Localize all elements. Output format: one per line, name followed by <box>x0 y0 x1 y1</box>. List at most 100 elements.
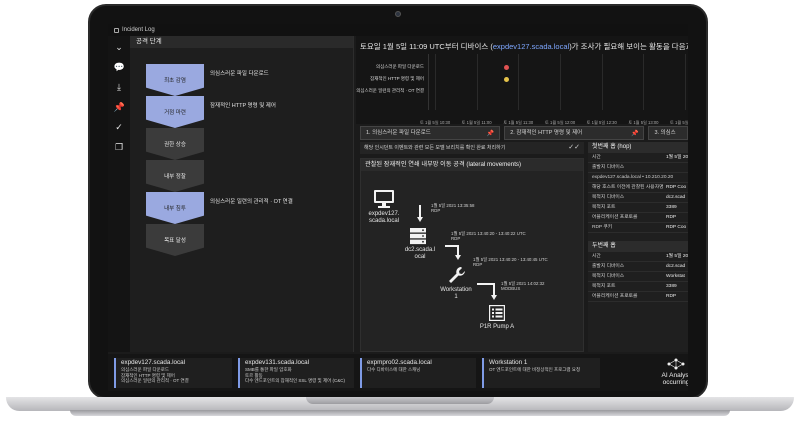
chevron-double-down-icon[interactable]: ⌄ <box>114 42 125 53</box>
timeline-gridline <box>476 54 478 110</box>
hop-key: 목적지 디바이스 <box>592 274 625 279</box>
hop-details: 첫번째 홉 (hop) 시간 1월 5일 20 출발지 디바이스 expdev127.s… <box>588 142 688 352</box>
network-icon <box>667 358 685 370</box>
hop-value: RDP <box>666 215 677 220</box>
hop-row: 해당 호스트 이전에 관찰된 사용자명 RDP Coo <box>588 183 688 193</box>
hop-row: 출발지 디바이스 <box>588 163 688 173</box>
list-icon <box>489 305 505 321</box>
hop-header[interactable]: 첫번째 홉 (hop) <box>588 142 688 153</box>
comment-icon[interactable]: 💬 <box>114 62 125 73</box>
node-label[interactable]: Workstation 1 <box>433 287 479 301</box>
download-icon[interactable]: ⤓ <box>114 82 125 93</box>
device-card[interactable]: expdev131.scada.local SMB를 통한 파일 암호화 토르 활동… <box>238 358 354 388</box>
pin-icon[interactable]: 📌 <box>631 128 638 140</box>
ai-label: AI Analyst <box>661 372 688 379</box>
stage-chevron[interactable]: 목표 달성 <box>146 224 204 256</box>
camera-icon <box>395 11 401 17</box>
timeline-gridline <box>435 54 436 110</box>
activity-timeline: 토요일 1월 5일 11:09 UTC부터 디바이스 (expdev127.sc… <box>356 36 688 125</box>
acknowledge-bar: 해당 인시던트 이벤트와 관련 모든 모델 브리치를 확인 완료 처리하기 ✓✓ <box>360 142 584 154</box>
hop-value: 3389 <box>666 205 677 210</box>
device-card-host[interactable]: Workstation 1 <box>489 358 600 367</box>
stage-chevron[interactable]: 최초 감염 <box>146 64 204 96</box>
hop-value: RDP <box>666 294 677 299</box>
stage-chevron[interactable]: 권한 상승 <box>146 128 204 160</box>
hop-row: 시간 1월 5일 20 <box>588 252 688 262</box>
server-icon <box>410 228 426 245</box>
tab-ot-connections[interactable]: 3. 의심스 <box>648 126 688 140</box>
stage-chevron[interactable]: 내부 침투 <box>146 192 204 224</box>
edge-label: 1월 5일 2021 14:02:32 MODBUS <box>501 281 544 291</box>
timeline-event-dot[interactable] <box>504 77 509 82</box>
node-label[interactable]: dc2.scada.l ocal <box>397 247 443 261</box>
stage-chevron[interactable]: 거점 마련 <box>146 96 204 128</box>
hop-value: 1월 5일 20 <box>666 155 688 160</box>
copy-icon[interactable]: ❐ <box>114 142 125 153</box>
double-check-icon[interactable]: ✓✓ <box>568 142 580 154</box>
tab-http-c2[interactable]: 2. 잠재적인 HTTP 명령 및 제어 📌 <box>504 126 645 140</box>
edge-time: 1월 5일 2021 13:40:20 - 13:40:45 UTC <box>473 257 548 262</box>
device-card-breach: 의심스러운 일련의 관리적 · OT 연결 <box>121 378 189 383</box>
app-title: Incident Log <box>122 27 155 33</box>
device-card[interactable]: expdev127.scada.local 의심스러운 파일 다운로드 잠재적인 H… <box>114 358 232 388</box>
device-card-host[interactable]: expdev131.scada.local <box>245 358 354 367</box>
stage-chevron[interactable]: 내부 정찰 <box>146 160 204 192</box>
acknowledge-text: 해당 인시던트 이벤트와 관련 모든 모델 브리치를 확인 완료 처리하기 <box>364 145 506 151</box>
hop-key: 출발지 디바이스 <box>592 165 625 170</box>
tab-file-download[interactable]: 1. 의심스러운 파일 다운로드 📌 <box>360 126 501 140</box>
hop-value: dc2.scad <box>666 195 686 200</box>
edge-label: 1월 5일 2021 13:40:20 - 13:40:22 UTC RDP <box>451 231 526 241</box>
screen: Incident Log ⌄ 💬 ⤓ 📌 ✓ ❐ 공격 단계 최초 감염 의심스러운 파일 … <box>108 24 688 391</box>
hop-key: 출발지 디바이스 <box>592 264 625 269</box>
hop-header[interactable]: 두번째 홉 <box>588 241 688 252</box>
edge-protocol: MODBUS <box>501 286 521 291</box>
edge-arrow <box>445 245 457 247</box>
stages-header: 공격 단계 <box>130 36 353 48</box>
timeline-title-prefix: 토요일 1월 5일 11:09 UTC부터 디바이스 ( <box>360 42 493 51</box>
edge-protocol: RDP <box>473 262 483 267</box>
timeline-gridline <box>643 54 645 110</box>
wrench-icon <box>449 267 465 283</box>
hop-key: RDP 쿠키 <box>592 225 613 230</box>
device-card-breach: OT 엔드포인트에 대한 비정상적인 프로그램 요청 <box>489 367 581 372</box>
device-card-host[interactable]: expmpro02.scada.local <box>367 358 476 367</box>
edge-arrow-tip <box>416 217 423 222</box>
hop-key: 어플리케이션 프로토콜 <box>592 294 638 299</box>
lateral-movement-graph: 관찰된 잠재적인 연쇄 내부망 이동 공격 (lateral movements… <box>360 158 584 352</box>
hop-value: dc2.scad <box>666 264 686 269</box>
node-label[interactable]: P1R Pump A <box>469 324 525 331</box>
hop-key: 목적지 포트 <box>592 284 616 289</box>
title-bar: Incident Log <box>108 24 688 36</box>
ai-analyst-status[interactable]: AI Analyst occurring <box>656 358 688 388</box>
device-card[interactable]: expmpro02.scada.local 다수 디바이스에 대한 스캐닝 <box>360 358 476 388</box>
timeline-row-label: 의심스러운 파일 다운로드 <box>375 64 424 69</box>
edge-label: 1월 5일 2021 13:35:58 RDP <box>431 203 474 213</box>
pin-icon[interactable]: 📌 <box>487 128 494 140</box>
hop-key: 어플리케이션 프로토콜 <box>592 215 638 220</box>
hop-key: 시간 <box>592 155 601 160</box>
stage-note: 잠재적인 HTTP 명령 및 제어 <box>210 103 276 109</box>
hop-row: 어플리케이션 프로토콜 RDP <box>588 213 688 223</box>
stage-note: 의심스러운 일련의 관리적 · OT 연결 <box>210 199 293 205</box>
hop-row: 출발지 디바이스 dc2.scad <box>588 262 688 272</box>
node-label[interactable]: expdev127. scada.local <box>361 211 407 225</box>
tab-label: 1. 의심스러운 파일 다운로드 <box>366 130 431 136</box>
device-card[interactable]: Workstation 1 OT 엔드포인트에 대한 비정상적인 프로그램 요청 <box>482 358 600 388</box>
timeline-row-label: 의심스러운 일련의 관리적 · OT 연결 <box>356 88 424 93</box>
device-card-host[interactable]: expdev127.scada.local <box>121 358 232 367</box>
check-icon[interactable]: ✓ <box>114 122 125 133</box>
edge-protocol: RDP <box>431 208 441 213</box>
device-card-breach: 다수 엔드포인트의 잠재적인 SSL 명령 및 제어 (C&C) <box>245 378 345 383</box>
hop-value: Workstat <box>666 274 685 279</box>
graph-title: 관찰된 잠재적인 연쇄 내부망 이동 공격 (lateral movements… <box>361 159 583 171</box>
pin-icon[interactable]: 📌 <box>114 102 125 113</box>
hop-key: 목적지 디바이스 <box>592 195 625 200</box>
timeline-gridline <box>518 54 520 110</box>
timeline-event-dot[interactable] <box>504 65 509 70</box>
laptop-notch <box>306 397 494 404</box>
hop-row: RDP 쿠키 RDP Coo <box>588 223 688 233</box>
hop-value: 3389 <box>666 284 677 289</box>
hop-key: 목적지 포트 <box>592 205 616 210</box>
timeline-host-link[interactable]: expdev127.scada.local <box>493 42 569 51</box>
hop-row: 목적지 포트 3389 <box>588 282 688 292</box>
